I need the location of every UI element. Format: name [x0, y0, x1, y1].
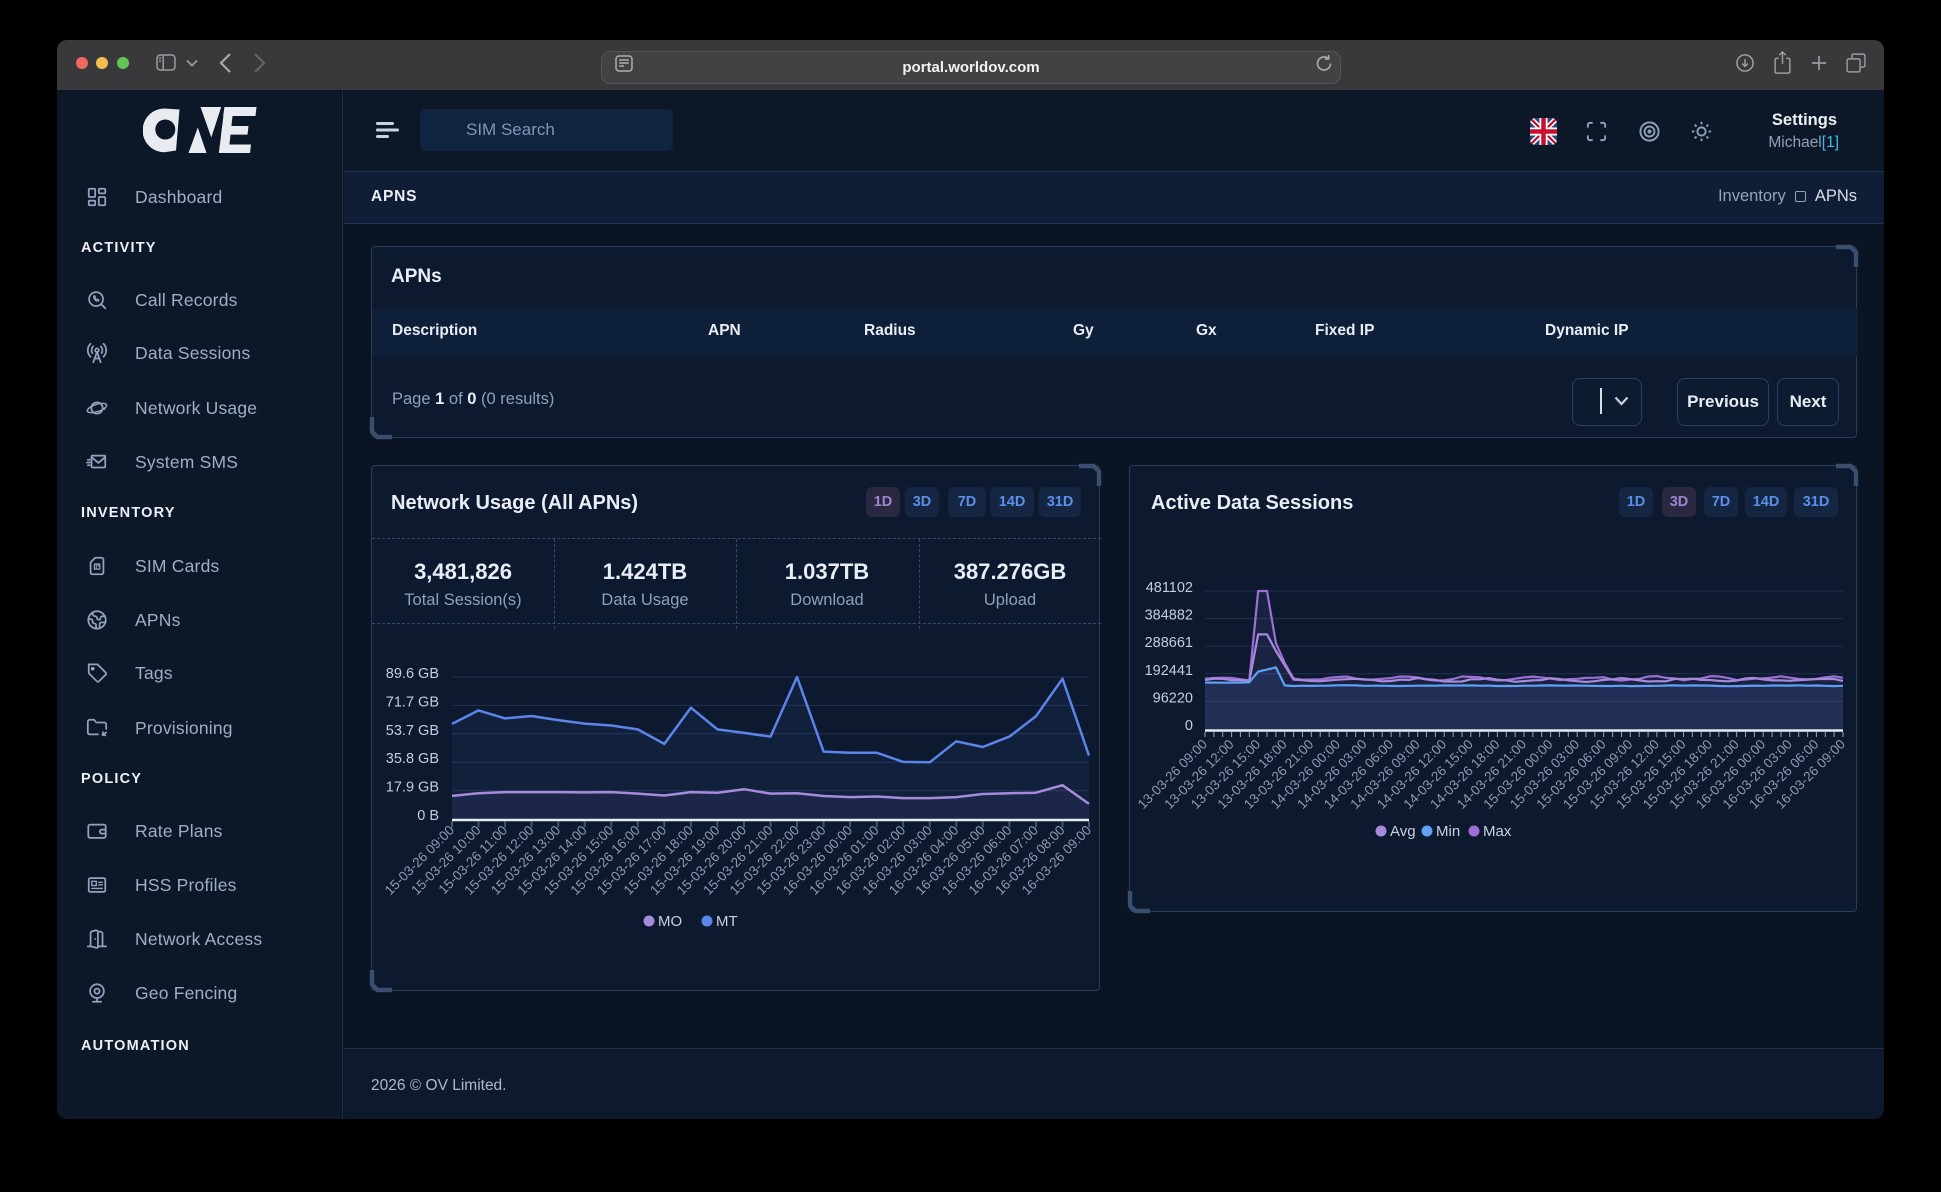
svg-text:71.7 GB: 71.7 GB — [386, 694, 439, 710]
svg-text:Min: Min — [1436, 823, 1460, 840]
svg-text:96220: 96220 — [1153, 690, 1193, 706]
svg-text:35.8 GB: 35.8 GB — [386, 751, 439, 767]
svg-text:89.6 GB: 89.6 GB — [386, 666, 439, 682]
svg-text:17.9 GB: 17.9 GB — [386, 780, 439, 796]
svg-text:481102: 481102 — [1146, 580, 1193, 596]
svg-text:384882: 384882 — [1145, 608, 1193, 624]
svg-text:288661: 288661 — [1145, 635, 1193, 651]
svg-text:MT: MT — [716, 913, 738, 930]
svg-text:Avg: Avg — [1390, 823, 1416, 840]
svg-text:0 B: 0 B — [417, 808, 439, 824]
svg-text:0: 0 — [1185, 718, 1193, 734]
svg-text:Max: Max — [1483, 823, 1512, 840]
svg-text:53.7 GB: 53.7 GB — [386, 723, 439, 739]
svg-text:MO: MO — [658, 913, 682, 930]
svg-text:192441: 192441 — [1145, 663, 1193, 679]
